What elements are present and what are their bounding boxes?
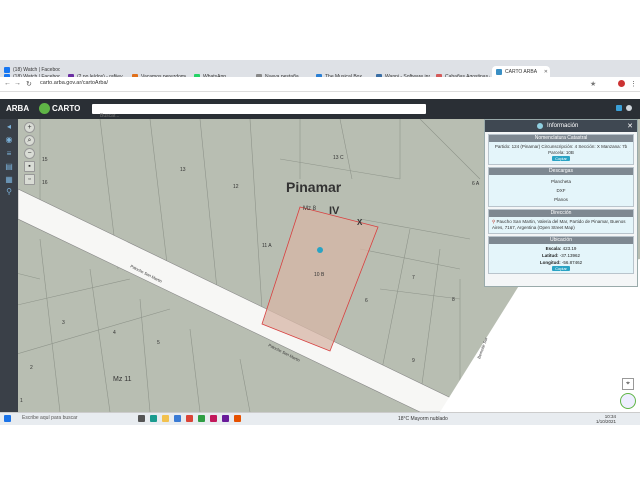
print-icon[interactable]: ▫ — [24, 174, 35, 185]
parcel-label: 1 — [20, 398, 23, 404]
direccion-section: Dirección ⚲ Paucho San Martin, Valeria d… — [488, 209, 634, 234]
latitude-value: -37.13962 — [559, 253, 581, 258]
parcel-label: 15 — [42, 157, 48, 163]
circ-label: IV — [329, 205, 340, 217]
block-label: Mz 8 — [303, 206, 317, 212]
parcel-label: 6 — [365, 298, 368, 304]
address-bar: ← → ↻ carto.arba.gov.ar/cartoArba/ ★ ⋮ — [0, 77, 640, 92]
app-header: ARBA CARTO — [0, 99, 640, 121]
store-icon[interactable] — [174, 415, 181, 422]
folder-icon[interactable] — [162, 415, 169, 422]
windows-start-icon[interactable] — [4, 415, 11, 422]
zoom-in-icon[interactable]: + — [24, 122, 35, 133]
header-icons — [616, 105, 632, 111]
app-icon[interactable] — [198, 415, 205, 422]
info-panel: Información ✕ Nomenclatura Catastral Par… — [484, 119, 638, 287]
browser-tab-strip: (18) Watch | Facebook (18) Watch | Faceb… — [0, 60, 640, 80]
block-label: Mz 11 — [113, 376, 132, 383]
binoculars-icon[interactable]: ◉ — [4, 135, 14, 144]
address-text: Paucho San Martin, Valeria del Mar, Part… — [492, 219, 626, 230]
parcel-label: 6 A — [472, 181, 480, 187]
close-icon[interactable]: ✕ — [627, 122, 633, 130]
user-icon[interactable] — [626, 105, 632, 111]
descargas-section: Descargas Plancheta DXF Planos — [488, 167, 634, 207]
parcel-label: 11 A — [262, 243, 272, 249]
menu-icon[interactable]: ⋮ — [630, 80, 637, 88]
weather-widget[interactable]: 18°C Mayorm nublado — [398, 416, 448, 422]
os-taskbar: Escribe aquí para buscar 18°C Mayorm nub… — [0, 412, 640, 425]
forward-icon[interactable]: → — [14, 80, 21, 87]
carto-fab-icon[interactable] — [620, 393, 636, 409]
parcel-label: 8 — [452, 297, 455, 303]
profile-icon[interactable] — [618, 80, 625, 87]
parcel-label: 16 — [42, 180, 48, 186]
url-field[interactable]: carto.arba.gov.ar/cartoArba/ — [40, 80, 108, 86]
copy-button[interactable]: Copiar — [552, 156, 570, 161]
download-dxf-link[interactable]: DXF — [492, 186, 630, 195]
longitude-value: -56.87462 — [561, 260, 583, 265]
layers-icon[interactable] — [616, 105, 622, 111]
arba-logo: ARBA — [6, 104, 30, 113]
parcel-label: 9 — [412, 358, 415, 364]
download-plancheta-link[interactable]: Plancheta — [492, 177, 630, 186]
nomenclatura-text: Partido: 124 (Pinamar) Circunscripción: … — [494, 144, 628, 155]
taskbar-search[interactable]: Escribe aquí para buscar — [22, 415, 132, 423]
location-marker-icon — [317, 247, 323, 253]
zoom-controls: + ⌕ − ▪ ▫ — [24, 122, 35, 187]
ruler-icon[interactable]: ▦ — [4, 175, 14, 184]
city-label: Pinamar — [286, 179, 342, 195]
app-icon[interactable] — [210, 415, 217, 422]
parcel-label: 12 — [233, 184, 239, 190]
stack-icon[interactable]: ▤ — [4, 162, 14, 171]
extensions-icon[interactable]: ★ — [590, 80, 596, 88]
scale-value: 423.19 — [562, 246, 577, 251]
layers-icon[interactable]: ≡ — [4, 149, 14, 158]
carto-icon — [496, 68, 502, 75]
zoom-search-icon[interactable]: ⌕ — [24, 135, 35, 146]
info-icon — [537, 123, 543, 129]
panel-header: Información ✕ — [485, 120, 637, 132]
reload-icon[interactable]: ↻ — [26, 80, 32, 88]
locate-icon[interactable]: ⌖ — [622, 378, 634, 390]
section-label: X — [357, 218, 363, 227]
tool-sidebar: ◂ ◉ ≡ ▤ ▦ ⚲ — [0, 119, 18, 412]
parcel-label: 5 — [157, 340, 160, 346]
nomenclatura-section: Nomenclatura Catastral Partido: 124 (Pin… — [488, 134, 634, 165]
edge-icon[interactable] — [150, 415, 157, 422]
parcel-label: 10 B — [314, 272, 325, 278]
chrome-icon[interactable] — [186, 415, 193, 422]
close-icon[interactable]: ✕ — [544, 69, 548, 75]
zoom-out-icon[interactable]: − — [24, 148, 35, 159]
parcel-label: 2 — [30, 365, 33, 371]
task-view-icon[interactable] — [138, 415, 145, 422]
parcel-label: 7 — [412, 275, 415, 281]
map-tool-icon[interactable]: ▪ — [24, 161, 35, 172]
parcel-label: 3 — [62, 320, 65, 326]
app-icon[interactable] — [222, 415, 229, 422]
parcel-label: 13 — [180, 167, 186, 173]
collapse-icon[interactable]: ◂ — [4, 122, 14, 131]
download-planos-link[interactable]: Planos — [492, 195, 630, 204]
parcel-label: 4 — [113, 330, 116, 336]
carto-logo: CARTO — [39, 103, 80, 114]
copy-button[interactable]: Copiar — [552, 266, 570, 271]
ubicacion-section: Ubicación Escala: 423.19 Latitud: -37.13… — [488, 236, 634, 274]
browser-tab-active[interactable]: CARTO ARBA ✕ — [492, 66, 550, 77]
clock[interactable]: 10:34 1/10/2021 — [596, 414, 616, 424]
parcel-label: 13 C — [333, 155, 344, 161]
back-icon[interactable]: ← — [4, 80, 11, 87]
search-box — [92, 104, 426, 121]
user-pin-icon[interactable]: ⚲ — [4, 187, 14, 196]
app-icon[interactable] — [234, 415, 241, 422]
carto-globe-icon — [39, 103, 50, 114]
selected-parcel[interactable] — [261, 206, 379, 352]
